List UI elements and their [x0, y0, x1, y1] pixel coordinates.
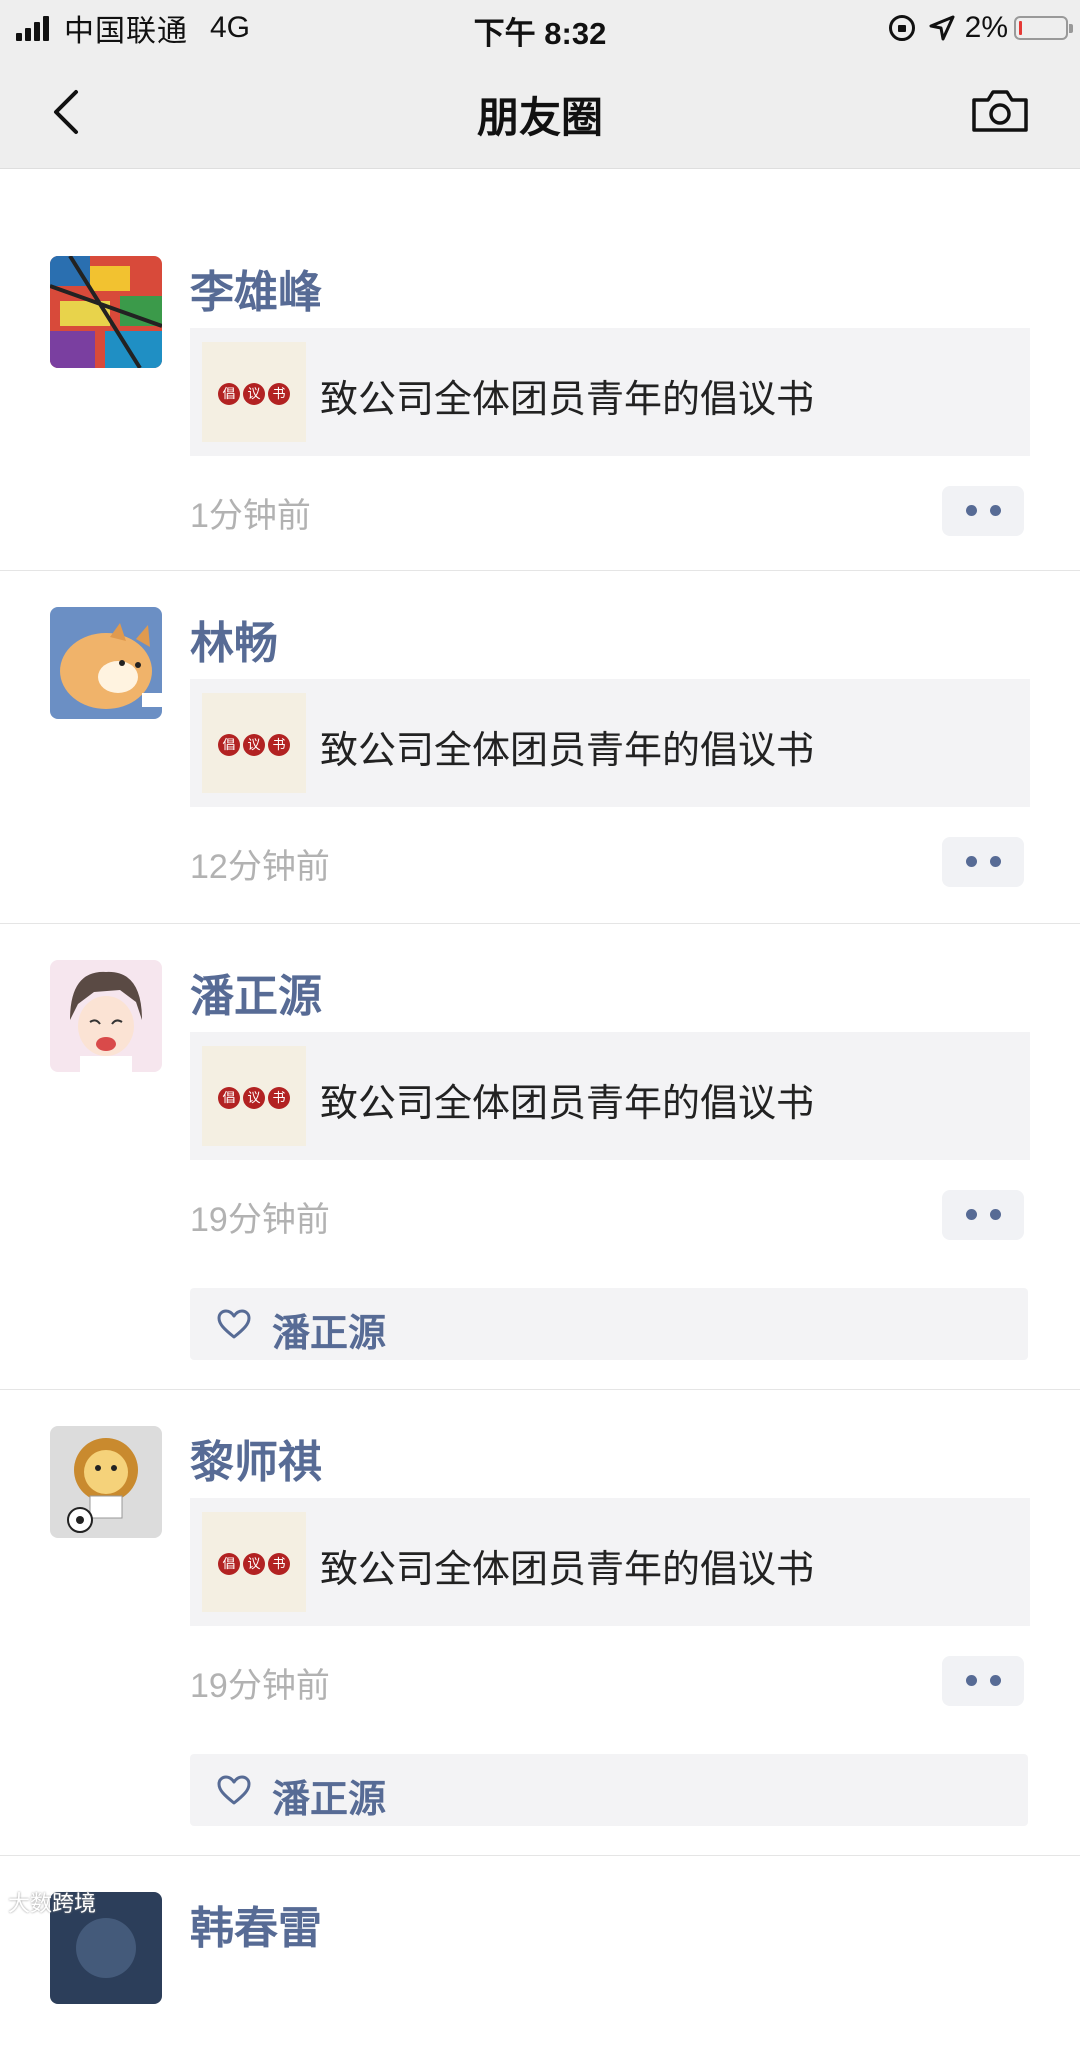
post-author-name[interactable]: 李雄峰: [190, 256, 322, 320]
article-title: 致公司全体团员青年的倡议书: [320, 1083, 815, 1125]
article-thumbnail: 倡 议 书: [202, 342, 306, 442]
more-actions-button[interactable]: [942, 486, 1024, 536]
thumbnail-seal: 书: [268, 383, 290, 405]
orientation-lock-icon: [888, 15, 915, 41]
camera-icon: [972, 90, 1028, 132]
battery-percent: 2%: [964, 11, 1008, 44]
moment-post: 韩春雷: [0, 1856, 1080, 2056]
thumbnail-seal: 倡: [218, 1553, 240, 1575]
article-thumbnail: 倡 议 书: [202, 693, 306, 793]
battery-level: [1019, 21, 1022, 35]
shared-article-card[interactable]: 倡 议 书 致公司全体团员青年的倡议书: [190, 1498, 1030, 1626]
likes-bar: 潘正源: [190, 1754, 1028, 1826]
location-icon: [929, 15, 955, 41]
moment-post: 林畅 倡 议 书 致公司全体团员青年的倡议书 12分钟前: [0, 571, 1080, 924]
article-title: 致公司全体团员青年的倡议书: [320, 730, 815, 772]
camera-button[interactable]: [970, 86, 1030, 136]
thumbnail-seal: 书: [268, 1553, 290, 1575]
avatar[interactable]: [50, 607, 162, 719]
avatar[interactable]: [50, 256, 162, 368]
liker-name[interactable]: 潘正源: [272, 1302, 386, 1357]
moment-post: 潘正源 倡 议 书 致公司全体团员青年的倡议书 19分钟前 潘正源: [0, 924, 1080, 1390]
post-time: 19分钟前: [190, 1667, 330, 1705]
post-time: 19分钟前: [190, 1201, 330, 1239]
post-author-name[interactable]: 潘正源: [190, 960, 322, 1024]
article-thumbnail: 倡 议 书: [202, 1512, 306, 1612]
thumbnail-seal: 议: [243, 383, 265, 405]
moment-post: 李雄峰 倡 议 书 致公司全体团员青年的倡议书 1分钟前: [0, 170, 1080, 571]
avatar[interactable]: [50, 1426, 162, 1538]
shared-article-card[interactable]: 倡 议 书 致公司全体团员青年的倡议书: [190, 679, 1030, 807]
nav-bar: 朋友圈: [0, 56, 1080, 169]
status-bar: 中国联通 4G 下午 8:32 2%: [0, 0, 1080, 56]
thumbnail-seal: 倡: [218, 383, 240, 405]
thumbnail-seal: 书: [268, 1087, 290, 1109]
thumbnail-seal: 倡: [218, 734, 240, 756]
shared-article-card[interactable]: 倡 议 书 致公司全体团员青年的倡议书: [190, 1032, 1030, 1160]
thumbnail-seal: 议: [243, 1087, 265, 1109]
more-actions-button[interactable]: [942, 837, 1024, 887]
avatar[interactable]: [50, 960, 162, 1072]
page-title: 朋友圈: [476, 94, 603, 141]
thumbnail-seal: 议: [243, 1553, 265, 1575]
battery-icon: [1014, 16, 1073, 40]
post-time: 1分钟前: [190, 497, 311, 535]
heart-icon: [217, 1775, 251, 1805]
article-title: 致公司全体团员青年的倡议书: [320, 1549, 815, 1591]
article-thumbnail: 倡 议 书: [202, 1046, 306, 1146]
article-title: 致公司全体团员青年的倡议书: [320, 379, 815, 421]
post-author-name[interactable]: 韩春雷: [190, 1892, 322, 1956]
liker-name[interactable]: 潘正源: [272, 1768, 386, 1823]
more-actions-button[interactable]: [942, 1190, 1024, 1240]
moments-feed: 李雄峰 倡 议 书 致公司全体团员青年的倡议书 1分钟前 林畅 倡 议 书 致公…: [0, 170, 1080, 2056]
more-actions-button[interactable]: [942, 1656, 1024, 1706]
thumbnail-seal: 书: [268, 734, 290, 756]
heart-icon: [217, 1309, 251, 1339]
likes-bar: 潘正源: [190, 1288, 1028, 1360]
moment-post: 黎师祺 倡 议 书 致公司全体团员青年的倡议书 19分钟前 潘正源: [0, 1390, 1080, 1856]
post-author-name[interactable]: 林畅: [190, 607, 278, 671]
status-right: 2%: [888, 8, 1073, 48]
thumbnail-seal: 倡: [218, 1087, 240, 1109]
shared-article-card[interactable]: 倡 议 书 致公司全体团员青年的倡议书: [190, 328, 1030, 456]
post-time: 12分钟前: [190, 848, 330, 886]
watermark-text: 大数跨境: [8, 1891, 97, 1916]
thumbnail-seal: 议: [243, 734, 265, 756]
post-author-name[interactable]: 黎师祺: [190, 1426, 322, 1490]
